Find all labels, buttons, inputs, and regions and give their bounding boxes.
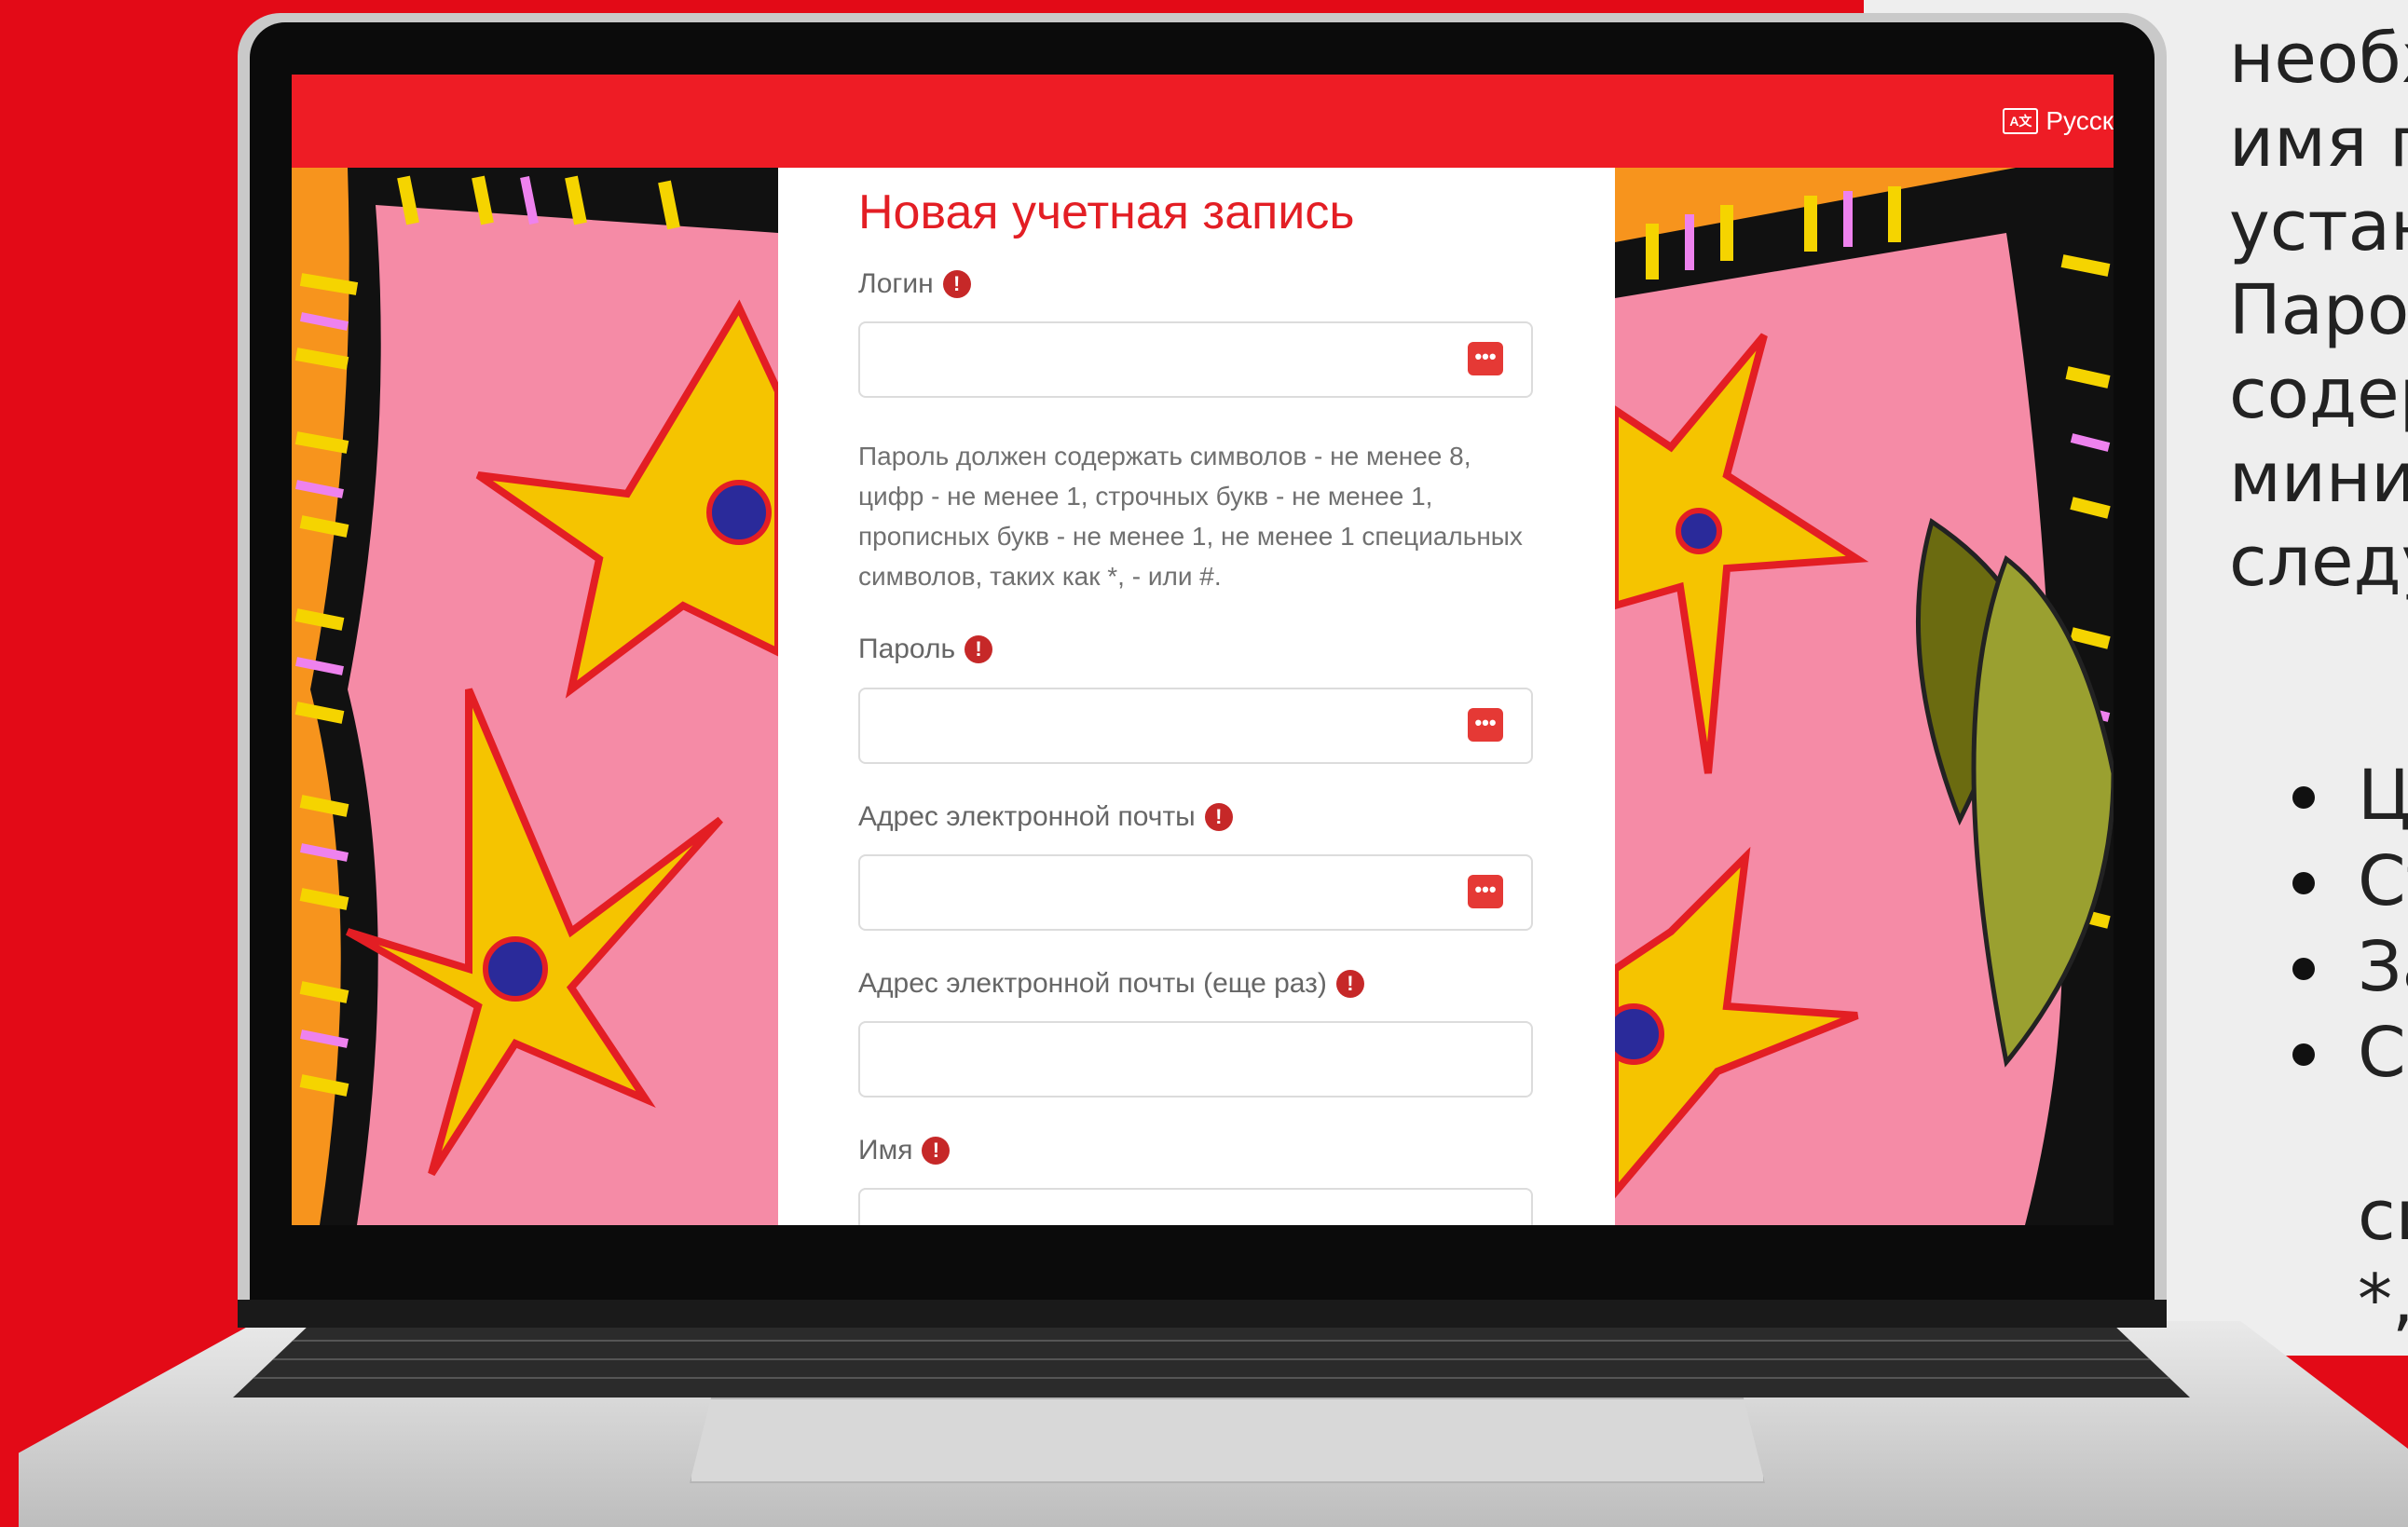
password-hint: Пароль должен содержать символов - не ме… xyxy=(858,442,1523,591)
side-bullet-list: Ц Ст За Сп xyxy=(2283,753,2408,1096)
password-label: Пароль ! xyxy=(858,634,993,665)
password-manager-icon[interactable]: ••• xyxy=(1468,708,1503,742)
required-icon: ! xyxy=(942,270,971,298)
decorative-artwork-right xyxy=(1615,168,2114,1225)
side-line: Паро xyxy=(2229,270,2408,350)
password-input[interactable] xyxy=(873,689,1436,757)
firstname-label: Имя ! xyxy=(858,1135,951,1166)
email-repeat-input[interactable] xyxy=(873,1023,1436,1090)
side-bullet: За xyxy=(2283,924,2408,1010)
page-title: Новая учетная запись xyxy=(858,185,1355,239)
password-label-text: Пароль xyxy=(858,634,956,664)
laptop-screen: A文 Русск Новая учетная запись Логин ! ••… xyxy=(292,75,2114,1225)
laptop-hinge xyxy=(238,1300,2167,1328)
language-menu[interactable]: A文 Русск xyxy=(2003,102,2114,140)
side-line: устан xyxy=(2229,186,2408,266)
required-icon: ! xyxy=(1335,970,1364,998)
email-input[interactable] xyxy=(873,856,1436,923)
email-repeat-label-text: Адрес электронной почты (еще раз) xyxy=(858,968,1327,999)
password-manager-icon[interactable]: ••• xyxy=(1468,342,1503,375)
login-input[interactable] xyxy=(873,323,1436,390)
keyboard-row xyxy=(233,1340,2190,1342)
side-line: мини xyxy=(2229,438,2408,518)
language-label: Русск xyxy=(2045,106,2114,135)
firstname-field[interactable] xyxy=(858,1188,1533,1225)
login-field[interactable]: ••• xyxy=(858,321,1533,398)
firstname-input[interactable] xyxy=(873,1190,1436,1225)
side-line: *, xyxy=(2358,1260,2408,1340)
laptop-keyboard xyxy=(233,1323,2190,1397)
side-line: имя п xyxy=(2229,102,2408,183)
email-repeat-field[interactable] xyxy=(858,1021,1533,1098)
required-icon: ! xyxy=(922,1137,951,1165)
side-line: си xyxy=(2358,1176,2408,1256)
email-label-text: Адрес электронной почты xyxy=(858,801,1196,832)
email-repeat-label: Адрес электронной почты (еще раз) ! xyxy=(858,968,1364,1000)
required-icon: ! xyxy=(965,635,993,663)
navbar: A文 Русск xyxy=(292,75,2114,168)
password-manager-icon[interactable]: ••• xyxy=(1468,875,1503,908)
signup-form: Новая учетная запись Логин ! ••• Пароль … xyxy=(778,168,1615,1225)
side-line: необх xyxy=(2229,19,2408,99)
keyboard-row xyxy=(233,1377,2190,1379)
laptop-trackpad xyxy=(690,1397,1765,1483)
password-field[interactable]: ••• xyxy=(858,688,1533,764)
decorative-artwork-left xyxy=(292,168,778,1225)
translate-icon: A文 xyxy=(2003,108,2039,134)
email-field[interactable]: ••• xyxy=(858,854,1533,931)
firstname-label-text: Имя xyxy=(858,1135,913,1166)
keyboard-row xyxy=(233,1358,2190,1360)
side-bullet: Ст xyxy=(2283,838,2408,924)
side-bullet: Ц xyxy=(2283,753,2408,838)
side-line: следу xyxy=(2229,522,2408,602)
required-icon: ! xyxy=(1204,803,1233,831)
login-label-text: Логин xyxy=(858,268,934,299)
email-label: Адрес электронной почты ! xyxy=(858,801,1233,833)
side-line: содер xyxy=(2229,354,2408,434)
side-bullet: Сп xyxy=(2283,1010,2408,1096)
side-text: необх имя п устан Паро содер мини следу xyxy=(2229,17,2408,604)
login-label: Логин ! xyxy=(858,268,971,300)
